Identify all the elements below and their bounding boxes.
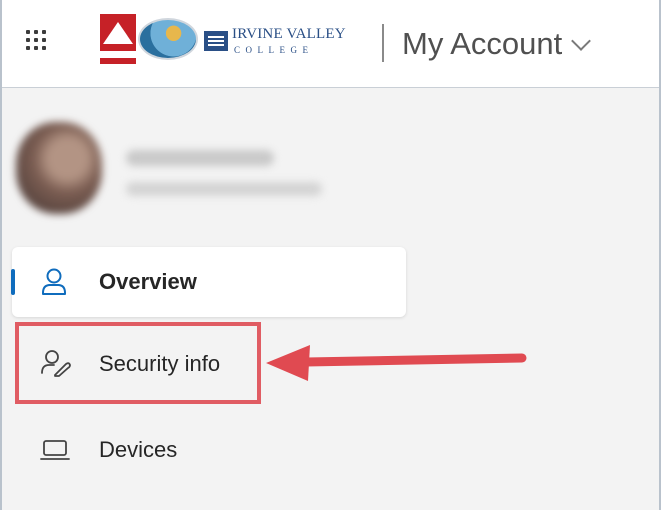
app-launcher-icon[interactable] xyxy=(26,30,46,50)
logo-text-line1: IRVINE VALLEY xyxy=(232,26,346,42)
sidebar-item-label: Devices xyxy=(99,437,178,462)
user-name-redacted xyxy=(126,150,274,166)
sidebar-item-devices[interactable]: Devices xyxy=(12,415,258,485)
active-indicator xyxy=(11,269,15,295)
sidebar-item-overview[interactable]: Overview xyxy=(11,247,406,317)
logo-text-line2: COLLEGE xyxy=(234,45,314,55)
college-district-logo: IRVINE VALLEY COLLEGE xyxy=(96,12,354,66)
district-seal xyxy=(138,18,198,60)
highlight-box xyxy=(15,322,261,404)
laptop-icon xyxy=(40,439,70,466)
saddleback-logo-mark xyxy=(100,14,136,64)
user-email-redacted xyxy=(126,182,322,196)
person-icon xyxy=(40,267,68,302)
account-portal-frame: IRVINE VALLEY COLLEGE My Account Overvie… xyxy=(0,0,661,510)
pointer-arrow xyxy=(266,345,527,381)
header-divider xyxy=(382,24,384,62)
my-account-menu[interactable]: My Account xyxy=(402,26,592,62)
top-header: IRVINE VALLEY COLLEGE My Account xyxy=(2,0,659,88)
app-title: My Account xyxy=(402,26,563,61)
ivc-logo-mark xyxy=(204,31,228,51)
avatar xyxy=(16,122,102,214)
sidebar-item-label: Overview xyxy=(99,269,197,294)
chevron-down-icon xyxy=(571,31,592,51)
